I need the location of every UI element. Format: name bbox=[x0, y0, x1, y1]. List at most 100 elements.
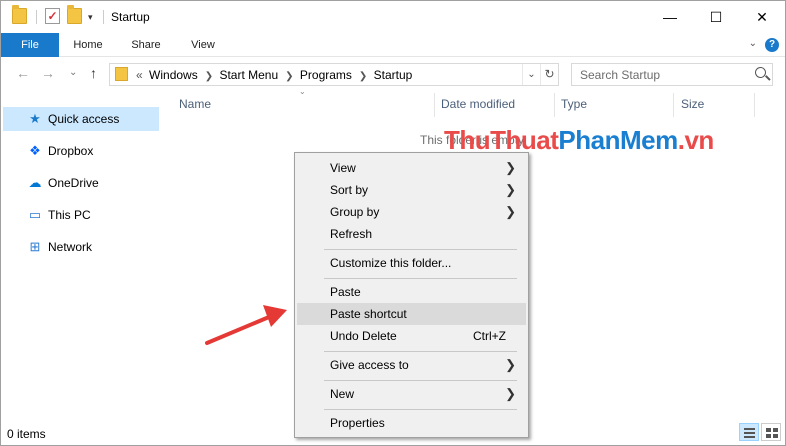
menu-item-label: Customize this folder... bbox=[330, 256, 452, 270]
maximize-button[interactable]: ☐ bbox=[693, 1, 739, 33]
menu-item-paste-shortcut[interactable]: Paste shortcut bbox=[297, 303, 526, 325]
sidebar-item-this-pc[interactable]: ▭ This PC bbox=[3, 203, 159, 227]
chevron-right-icon: ❯ bbox=[505, 204, 516, 219]
recent-locations-chevron-icon[interactable]: ⌄ bbox=[69, 67, 77, 78]
divider bbox=[103, 10, 104, 24]
keyboard-shortcut: Ctrl+Z bbox=[473, 329, 506, 343]
search-box[interactable]: Search Startup bbox=[571, 63, 773, 86]
star-icon: ★ bbox=[29, 111, 41, 126]
tab-view[interactable]: View bbox=[181, 33, 225, 57]
sidebar-item-label: Dropbox bbox=[48, 144, 94, 158]
red-pointer-arrow-icon bbox=[205, 305, 287, 345]
watermark-part: ThuThuat bbox=[444, 125, 559, 155]
menu-item-label: Properties bbox=[330, 416, 385, 430]
menu-item-view[interactable]: View ❯ bbox=[297, 157, 526, 179]
column-header-date-modified[interactable]: Date modified bbox=[441, 97, 515, 115]
window-title: Startup bbox=[111, 10, 150, 24]
menu-separator bbox=[324, 380, 517, 381]
sidebar-item-onedrive[interactable]: ☁ OneDrive bbox=[3, 171, 159, 195]
sidebar-item-label: This PC bbox=[48, 208, 91, 222]
details-view-icon[interactable] bbox=[739, 423, 759, 441]
new-folder-icon[interactable] bbox=[67, 5, 82, 24]
breadcrumb-windows[interactable]: Windows bbox=[149, 68, 198, 82]
network-icon: ⊞ bbox=[29, 239, 41, 254]
breadcrumb-start-menu[interactable]: Start Menu bbox=[219, 68, 278, 82]
menu-item-label: Sort by bbox=[330, 183, 369, 197]
computer-icon: ▭ bbox=[28, 207, 42, 222]
menu-item-label: View bbox=[330, 161, 356, 175]
menu-item-customize-folder[interactable]: Customize this folder... bbox=[297, 252, 526, 274]
menu-separator bbox=[324, 278, 517, 279]
quick-access-toolbar-dropdown-icon[interactable]: ▾ bbox=[88, 12, 93, 23]
column-header-name[interactable]: Name bbox=[179, 97, 211, 115]
chevron-right-icon: ❯ bbox=[505, 160, 516, 175]
menu-item-label: New bbox=[330, 387, 355, 401]
up-arrow-icon[interactable]: ↑ bbox=[90, 65, 97, 81]
context-menu: View ❯ Sort by ❯ Group by ❯ Refresh Cust… bbox=[294, 152, 529, 438]
chevron-right-icon[interactable]: ❯ bbox=[285, 71, 293, 82]
menu-item-label: Give access to bbox=[330, 358, 409, 372]
menu-item-label: Paste shortcut bbox=[330, 307, 407, 321]
menu-item-label: Undo Delete bbox=[330, 329, 397, 343]
tab-share[interactable]: Share bbox=[123, 33, 169, 57]
menu-item-group-by[interactable]: Group by ❯ bbox=[297, 201, 526, 223]
column-header-size[interactable]: Size bbox=[681, 97, 704, 115]
folder-icon bbox=[12, 5, 27, 24]
breadcrumb-programs[interactable]: Programs bbox=[300, 68, 352, 82]
breadcrumb-overflow-icon[interactable]: « bbox=[136, 68, 143, 82]
divider bbox=[434, 93, 435, 117]
search-icon bbox=[755, 67, 766, 78]
chevron-right-icon: ❯ bbox=[505, 386, 516, 401]
watermark-part: PhanMem bbox=[558, 125, 678, 155]
menu-item-refresh[interactable]: Refresh bbox=[297, 223, 526, 245]
navigation-bar: ← → ⌄ ↑ « Windows ❯ Start Menu ❯ Programs ❯… bbox=[1, 57, 785, 91]
chevron-right-icon[interactable]: ❯ bbox=[359, 71, 367, 82]
explorer-window: ✓ ▾ Startup — ☐ ✕ File Home Share View ⌄… bbox=[0, 0, 786, 446]
properties-check-icon[interactable]: ✓ bbox=[45, 8, 60, 24]
tab-file[interactable]: File bbox=[1, 33, 59, 57]
status-item-count: 0 items bbox=[7, 427, 46, 441]
chevron-right-icon: ❯ bbox=[505, 182, 516, 197]
chevron-right-icon: ❯ bbox=[505, 357, 516, 372]
forward-arrow-icon[interactable]: → bbox=[41, 65, 55, 81]
column-header-type[interactable]: Type bbox=[561, 97, 587, 115]
menu-separator bbox=[324, 351, 517, 352]
menu-item-label: Refresh bbox=[330, 227, 373, 241]
chevron-right-icon[interactable]: ❯ bbox=[205, 71, 213, 82]
search-input[interactable]: Search Startup bbox=[580, 68, 660, 82]
menu-item-new[interactable]: New ❯ bbox=[297, 383, 526, 405]
menu-item-properties[interactable]: Properties bbox=[297, 412, 526, 434]
folder-icon bbox=[115, 67, 128, 81]
menu-separator bbox=[324, 249, 517, 250]
breadcrumb-startup[interactable]: Startup bbox=[374, 68, 413, 82]
refresh-icon[interactable]: ↻ bbox=[540, 64, 558, 85]
menu-item-paste[interactable]: Paste bbox=[297, 281, 526, 303]
sidebar-item-network[interactable]: ⊞ Network bbox=[3, 235, 159, 259]
menu-item-label: Paste bbox=[330, 285, 361, 299]
back-arrow-icon[interactable]: ← bbox=[16, 65, 30, 81]
tab-home[interactable]: Home bbox=[65, 33, 111, 57]
menu-item-label: Group by bbox=[330, 205, 380, 219]
menu-item-give-access-to[interactable]: Give access to ❯ bbox=[297, 354, 526, 376]
large-icons-view-icon[interactable] bbox=[761, 423, 781, 441]
menu-item-undo-delete[interactable]: Undo Delete Ctrl+Z bbox=[297, 325, 526, 347]
close-button[interactable]: ✕ bbox=[739, 1, 785, 33]
sidebar-item-label: Network bbox=[48, 240, 93, 254]
menu-separator bbox=[324, 409, 517, 410]
navigation-pane: ★ Quick access ❖ Dropbox ☁ OneDrive ▭ Th… bbox=[1, 91, 161, 421]
sort-chevron-icon: ⌄ bbox=[299, 87, 306, 96]
divider bbox=[36, 10, 37, 24]
help-icon[interactable]: ? bbox=[765, 38, 779, 52]
onedrive-icon: ☁ bbox=[28, 175, 42, 190]
address-dropdown-icon[interactable]: ⌄ bbox=[522, 64, 540, 85]
minimize-button[interactable]: — bbox=[647, 1, 693, 33]
sidebar-item-quick-access[interactable]: ★ Quick access bbox=[3, 107, 159, 131]
sidebar-item-dropbox[interactable]: ❖ Dropbox bbox=[3, 139, 159, 163]
expand-ribbon-chevron-icon[interactable]: ⌄ bbox=[749, 38, 757, 49]
divider bbox=[754, 93, 755, 117]
breadcrumb: « Windows ❯ Start Menu ❯ Programs ❯ Startup bbox=[136, 68, 415, 82]
dropbox-icon: ❖ bbox=[29, 143, 41, 158]
watermark-part: .vn bbox=[677, 125, 715, 155]
address-bar[interactable]: « Windows ❯ Start Menu ❯ Programs ❯ Startup… bbox=[109, 63, 559, 86]
menu-item-sort-by[interactable]: Sort by ❯ bbox=[297, 179, 526, 201]
